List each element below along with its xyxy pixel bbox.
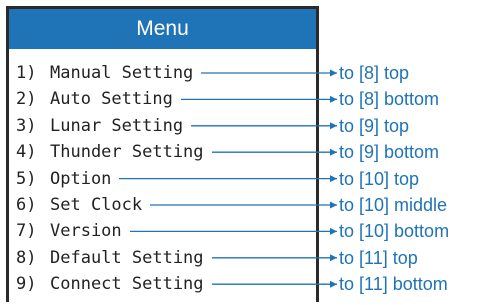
menu-item-number: 7) <box>16 221 37 242</box>
menu-item: 8) Default Setting <box>16 247 204 269</box>
menu-item-label: Auto Setting <box>50 89 173 110</box>
menu-item: 2) Auto Setting <box>16 88 173 110</box>
menu-title: Menu <box>9 9 316 49</box>
menu-item-number: 6) <box>16 195 37 215</box>
menu-item: 5) Option <box>16 168 111 190</box>
menu-diagram: Menu 1) Manual Setting 2) Auto Setting 3) Lun… <box>0 0 477 305</box>
target-label: to [9] bottom <box>339 142 440 163</box>
menu-item-label: Option <box>50 168 112 189</box>
menu-item: 7) Version <box>16 220 122 242</box>
menu-item-number: 5) <box>16 168 37 189</box>
menu-item: 1) Manual Setting <box>16 62 193 84</box>
menu-item: 6) Set Clock <box>16 194 142 216</box>
menu-item: 4) Thunder Setting <box>16 141 204 163</box>
menu-item-label: Lunar Setting <box>50 115 184 136</box>
menu-item-number: 3) <box>16 115 37 136</box>
menu-item-number: 9) <box>16 274 37 295</box>
menu-item: 3) Lunar Setting <box>16 115 183 137</box>
menu-item-label: Connect Setting <box>50 274 204 295</box>
menu-item-label: Set Clock <box>50 195 143 215</box>
menu-item-label: Manual Setting <box>50 63 194 83</box>
target-label: to [8] top <box>339 63 410 83</box>
menu-item-label: Thunder Setting <box>50 142 204 163</box>
menu-item-number: 1) <box>16 63 37 83</box>
menu-item-number: 4) <box>16 142 37 163</box>
target-label: to [11] top <box>339 247 418 268</box>
menu-item-label: Default Setting <box>50 247 204 268</box>
target-label: to [11] bottom <box>339 274 448 295</box>
target-label: to [10] top <box>339 168 420 189</box>
target-label: to [9] top <box>339 115 410 136</box>
target-label: to [8] bottom <box>339 89 440 110</box>
target-label: to [10] bottom <box>339 221 450 242</box>
menu-item-number: 2) <box>16 89 37 110</box>
menu-item: 9) Connect Setting <box>16 273 204 295</box>
menu-item-label: Version <box>50 221 122 242</box>
menu-item-number: 8) <box>16 247 37 268</box>
target-label: to [10] middle <box>339 195 448 215</box>
